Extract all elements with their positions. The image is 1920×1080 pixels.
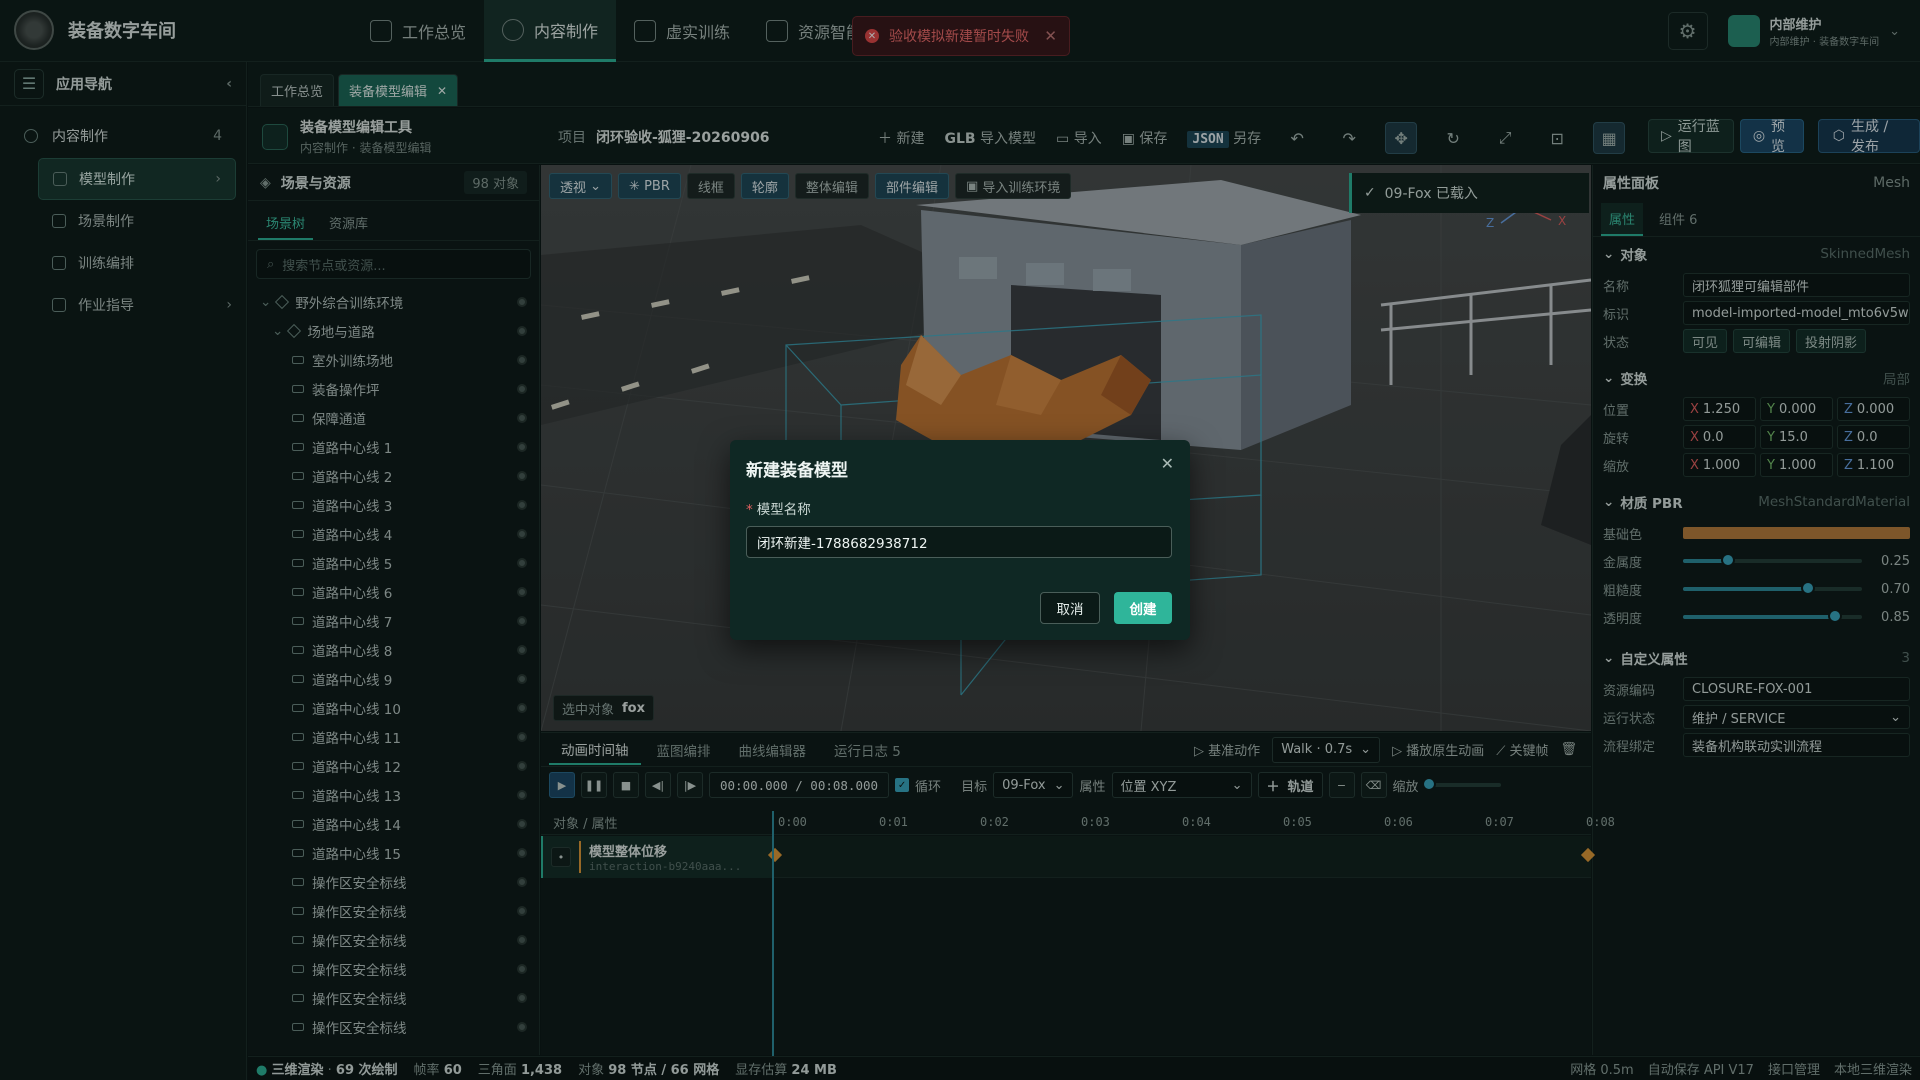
field-label: * 模型名称 [746,498,811,518]
create-button[interactable]: 创建 [1114,592,1172,624]
label-text: 模型名称 [756,502,811,518]
model-name-input[interactable] [746,526,1172,558]
new-model-dialog: 新建装备模型 ✕ *模型名称 取消 创建 [730,440,1190,640]
close-icon[interactable]: ✕ [1161,454,1174,473]
required-mark: * [746,502,753,518]
cancel-button[interactable]: 取消 [1040,592,1100,624]
dialog-title: 新建装备模型 [746,461,848,481]
